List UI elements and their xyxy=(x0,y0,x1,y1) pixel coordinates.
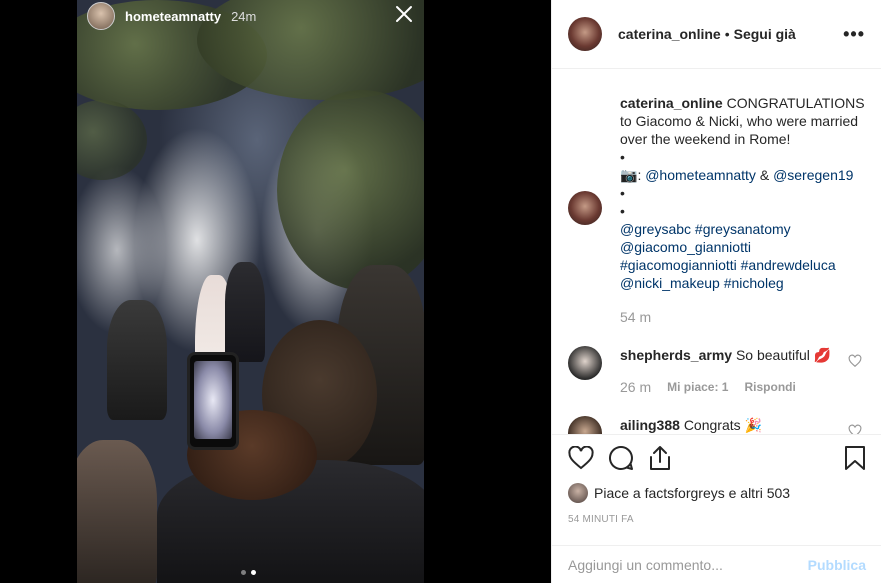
pagination-dot-active[interactable] xyxy=(251,570,256,575)
comment-avatar[interactable] xyxy=(568,416,602,434)
caption-credits: 📷: @hometeamnatty & @seregen19 xyxy=(620,166,866,184)
heart-icon[interactable] xyxy=(568,446,594,470)
caption: caterina_online CONGRATULATIONS to Giaco… xyxy=(552,70,881,326)
camera-icon: 📷 xyxy=(620,167,638,183)
hashtag-link[interactable]: #greysanatomy xyxy=(695,221,791,237)
media-panel: hometeamnatty 24m xyxy=(0,0,551,583)
avatar[interactable] xyxy=(568,17,602,51)
comment-avatar[interactable] xyxy=(568,346,602,380)
mention-link[interactable]: @nicki_makeup xyxy=(620,275,720,291)
header-text: caterina_online • Segui già xyxy=(618,26,796,42)
story-header: hometeamnatty 24m xyxy=(87,2,256,30)
caption-username[interactable]: caterina_online xyxy=(620,95,723,111)
likes-avatar xyxy=(568,483,588,503)
caption-text-block: caterina_online CONGRATULATIONS to Giaco… xyxy=(620,94,866,148)
comment-likes[interactable]: Mi piace: 1 xyxy=(667,378,728,396)
comment-text: So beautiful xyxy=(735,347,810,363)
story-pagination xyxy=(241,570,256,575)
post-panel: caterina_online • Segui già ••• caterina_o… xyxy=(551,0,881,583)
caption-tags: @greysabc #greysanatomy @giacomo_giannio… xyxy=(620,220,866,292)
caption-time[interactable]: 54 m xyxy=(620,308,866,326)
more-options-icon[interactable]: ••• xyxy=(843,24,865,45)
action-icons xyxy=(568,435,866,481)
comment-time[interactable]: 26 m xyxy=(620,378,651,396)
guest-figure xyxy=(77,440,157,583)
mention-link[interactable]: @giacomo_gianniotti xyxy=(620,239,751,255)
comment-like-heart-icon[interactable] xyxy=(848,424,862,434)
caption-bullet: • xyxy=(620,203,625,219)
story-time: 24m xyxy=(231,8,257,24)
tree-foliage xyxy=(77,100,147,180)
comments-section[interactable]: caterina_online CONGRATULATIONS to Giaco… xyxy=(552,70,881,434)
pagination-dot[interactable] xyxy=(241,570,246,575)
story-avatar[interactable] xyxy=(87,2,115,30)
mention-link[interactable]: @greysabc xyxy=(620,221,691,237)
comment-body: ailing388 Congrats 🎉 xyxy=(620,416,866,434)
comment-like-heart-icon[interactable] xyxy=(848,354,862,368)
caption-bullet: • xyxy=(620,149,625,165)
hashtag-link[interactable]: #nicholeg xyxy=(724,275,784,291)
comment-username[interactable]: shepherds_army xyxy=(620,347,732,363)
mention-link[interactable]: @hometeamnatty xyxy=(645,167,756,183)
party-emoji-icon: 🎉 xyxy=(744,417,762,433)
close-icon[interactable] xyxy=(392,2,416,26)
mention-link[interactable]: @seregen19 xyxy=(773,167,853,183)
post-header: caterina_online • Segui già ••• xyxy=(552,0,881,69)
phone-in-hand xyxy=(187,352,239,450)
follow-button[interactable]: Segui già xyxy=(734,26,796,42)
caption-amp: & xyxy=(759,167,770,183)
bookmark-icon[interactable] xyxy=(844,445,866,471)
comment-text: Congrats xyxy=(683,417,741,433)
caption-bullet: • xyxy=(620,185,625,201)
comment-icon[interactable] xyxy=(608,445,634,471)
comment-meta: 26 m Mi piace: 1 Rispondi xyxy=(620,378,866,396)
guest-figure xyxy=(107,300,167,420)
post-date[interactable]: 54 MINUTI FA xyxy=(568,514,866,525)
post-actions: Piace a factsforgreys e altri 503 54 MIN… xyxy=(552,434,881,525)
groom-figure xyxy=(225,262,265,362)
comment-body: shepherds_army So beautiful 💋 xyxy=(620,346,866,364)
publish-button[interactable]: Pubblica xyxy=(808,557,866,573)
comment-input[interactable] xyxy=(568,556,808,573)
reply-button[interactable]: Rispondi xyxy=(744,378,795,396)
story-username[interactable]: hometeamnatty xyxy=(125,9,221,24)
comment-item: shepherds_army So beautiful 💋 26 m Mi pi… xyxy=(552,346,881,396)
hashtag-link[interactable]: #giacomogianniotti xyxy=(620,257,737,273)
header-username[interactable]: caterina_online xyxy=(618,26,721,42)
comment-username[interactable]: ailing388 xyxy=(620,417,680,433)
kiss-emoji-icon: 💋 xyxy=(813,347,832,363)
caption-avatar[interactable] xyxy=(568,191,602,225)
comment-item: ailing388 Congrats 🎉 xyxy=(552,416,881,434)
likes-text[interactable]: Piace a factsforgreys e altri 503 xyxy=(594,485,790,501)
phone-screen xyxy=(194,361,232,439)
hashtag-link[interactable]: #andrewdeluca xyxy=(741,257,836,273)
caption-colon: : xyxy=(637,167,642,183)
likes-summary[interactable]: Piace a factsforgreys e altri 503 xyxy=(568,483,866,503)
add-comment-bar: Pubblica xyxy=(552,545,881,583)
share-icon[interactable] xyxy=(648,445,672,471)
tree-foliage xyxy=(277,90,424,290)
header-separator: • xyxy=(724,26,730,42)
story-media[interactable]: hometeamnatty 24m xyxy=(77,0,424,583)
